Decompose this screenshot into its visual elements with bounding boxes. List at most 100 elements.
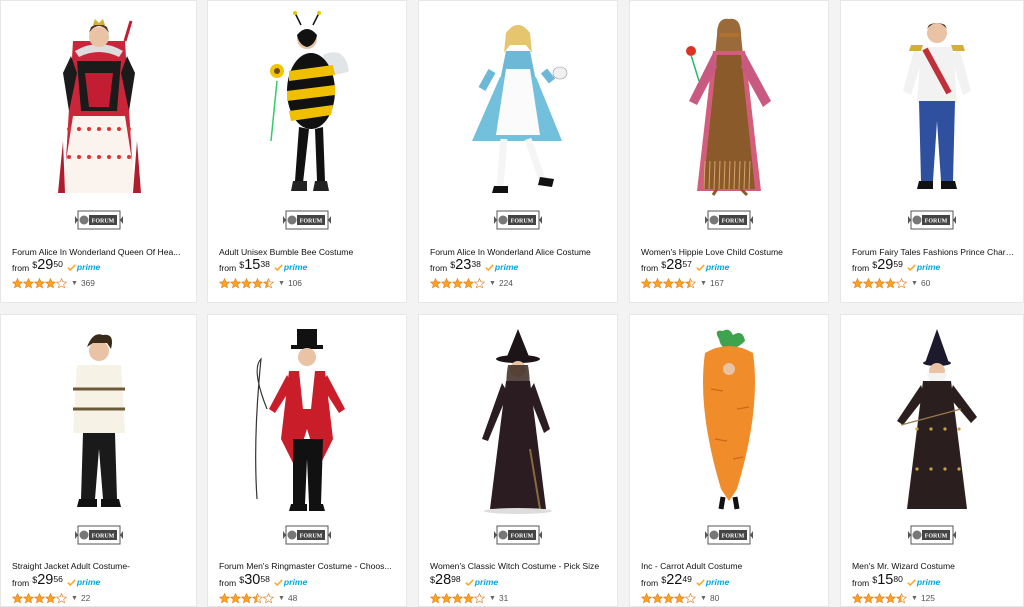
star-icon-4	[463, 277, 474, 288]
product-grid: FORUM Forum Alice In Wonderland Queen Of…	[0, 0, 1024, 607]
price-line: from $ 23 38 prime	[430, 258, 611, 274]
price-line: from $ 15 80 prime	[852, 573, 1017, 589]
rating-line[interactable]: ▼ 22	[12, 592, 190, 604]
bumble-bee-costume-image[interactable]	[208, 11, 406, 197]
review-count[interactable]: 106	[288, 278, 302, 288]
from-label: from	[641, 263, 659, 273]
rating-line[interactable]: ▼ 125	[852, 592, 1017, 604]
star-rating[interactable]	[12, 277, 67, 289]
star-rating[interactable]	[852, 592, 907, 604]
chevron-down-icon[interactable]: ▼	[700, 280, 707, 287]
chevron-down-icon[interactable]: ▼	[278, 280, 285, 287]
rating-line[interactable]: ▼ 48	[219, 592, 400, 604]
from-label: from	[12, 263, 30, 273]
carrot-costume-image[interactable]	[630, 329, 828, 515]
brand-logo: FORUM	[705, 210, 753, 230]
product-title[interactable]: Forum Men's Ringmaster Costume - Choos..…	[219, 561, 400, 571]
review-count[interactable]: 224	[499, 278, 513, 288]
ringmaster-costume-image[interactable]	[208, 329, 406, 515]
price-line: from $ 28 57 prime	[641, 258, 822, 274]
brand-logo: FORUM	[283, 525, 331, 545]
chevron-down-icon[interactable]: ▼	[700, 595, 707, 602]
product-card-straight-jacket[interactable]: FORUM Straight Jacket Adult Costume- fro…	[0, 314, 197, 607]
product-card-prince[interactable]: FORUM Forum Fairy Tales Fashions Prince …	[840, 0, 1024, 303]
review-count[interactable]: 167	[710, 278, 724, 288]
product-title[interactable]: Adult Unisex Bumble Bee Costume	[219, 247, 400, 257]
product-title[interactable]: Inc - Carrot Adult Costume	[641, 561, 822, 571]
chevron-down-icon[interactable]: ▼	[911, 280, 918, 287]
product-card-ringmaster[interactable]: FORUM Forum Men's Ringmaster Costume - C…	[207, 314, 407, 607]
star-rating[interactable]	[219, 277, 274, 289]
review-count[interactable]: 80	[710, 593, 719, 603]
rating-line[interactable]: ▼ 224	[430, 277, 611, 289]
product-title[interactable]: Forum Alice In Wonderland Alice Costume	[430, 247, 611, 257]
product-card-queen-of-hearts[interactable]: FORUM Forum Alice In Wonderland Queen Of…	[0, 0, 197, 303]
review-count[interactable]: 22	[81, 593, 90, 603]
star-rating[interactable]	[641, 592, 696, 604]
alice-costume-image[interactable]	[419, 11, 617, 197]
price-cents: 58	[260, 574, 270, 584]
chevron-down-icon[interactable]: ▼	[278, 595, 285, 602]
product-title[interactable]: Women's Hippie Love Child Costume	[641, 247, 822, 257]
prince-costume-image[interactable]	[841, 11, 1023, 197]
product-title[interactable]: Straight Jacket Adult Costume-	[12, 561, 190, 571]
hippie-costume-image[interactable]	[630, 11, 828, 197]
star-rating[interactable]	[641, 277, 696, 289]
straight-jacket-costume-image[interactable]	[1, 329, 196, 515]
star-icon-3	[34, 592, 45, 603]
wizard-costume-image[interactable]	[841, 329, 1023, 515]
rating-line[interactable]: ▼ 60	[852, 277, 1017, 289]
price-cents: 38	[471, 259, 481, 269]
star-icon-1	[219, 277, 230, 288]
from-label: from	[852, 578, 870, 588]
prime-badge: prime	[464, 577, 498, 587]
product-card-alice[interactable]: FORUM Forum Alice In Wonderland Alice Co…	[418, 0, 618, 303]
price-line: from $ 22 49 prime	[641, 573, 822, 589]
prime-badge: prime	[67, 262, 100, 272]
rating-line[interactable]: ▼ 80	[641, 592, 822, 604]
witch-costume-image[interactable]	[419, 329, 617, 515]
star-icon-2	[863, 277, 874, 288]
review-count[interactable]: 31	[499, 593, 508, 603]
star-icon-1	[12, 592, 23, 603]
rating-line[interactable]: ▼ 106	[219, 277, 400, 289]
review-count[interactable]: 60	[921, 278, 930, 288]
product-title[interactable]: Forum Alice In Wonderland Queen Of Hea..…	[12, 247, 190, 257]
star-icon-3	[34, 277, 45, 288]
queen-of-hearts-costume-illustration	[57, 19, 141, 193]
rating-line[interactable]: ▼ 369	[12, 277, 190, 289]
prime-check-icon	[696, 263, 705, 271]
chevron-down-icon[interactable]: ▼	[489, 280, 496, 287]
product-card-hippie[interactable]: FORUM Women's Hippie Love Child Costume …	[629, 0, 829, 303]
star-rating[interactable]	[852, 277, 907, 289]
rating-line[interactable]: ▼ 167	[641, 277, 822, 289]
product-card-witch[interactable]: FORUM Women's Classic Witch Costume - Pi…	[418, 314, 618, 607]
product-card-bumble-bee[interactable]: FORUM Adult Unisex Bumble Bee Costume fr…	[207, 0, 407, 303]
prime-label: prime	[494, 262, 519, 272]
brand-logo: FORUM	[74, 210, 123, 230]
price-dollars: 22	[666, 572, 683, 588]
product-title[interactable]: Forum Fairy Tales Fashions Prince Charmi…	[852, 247, 1017, 257]
product-title[interactable]: Women's Classic Witch Costume - Pick Siz…	[430, 561, 611, 571]
star-rating[interactable]	[430, 592, 485, 604]
queen-of-hearts-costume-image[interactable]	[1, 11, 196, 197]
chevron-down-icon[interactable]: ▼	[71, 595, 78, 602]
star-rating[interactable]	[219, 592, 274, 604]
svg-text:FORUM: FORUM	[91, 219, 114, 225]
star-icon-5	[474, 277, 485, 288]
chevron-down-icon[interactable]: ▼	[489, 595, 496, 602]
star-rating[interactable]	[430, 277, 485, 289]
prime-label: prime	[76, 577, 101, 587]
svg-text:FORUM: FORUM	[925, 219, 948, 225]
product-title[interactable]: Men's Mr. Wizard Costume	[852, 561, 1017, 571]
review-count[interactable]: 125	[921, 593, 935, 603]
product-card-wizard[interactable]: FORUM Men's Mr. Wizard Costume from $ 15…	[840, 314, 1024, 607]
rating-line[interactable]: ▼ 31	[430, 592, 611, 604]
star-rating[interactable]	[12, 592, 67, 604]
review-count[interactable]: 369	[81, 278, 95, 288]
review-count[interactable]: 48	[288, 593, 297, 603]
chevron-down-icon[interactable]: ▼	[71, 280, 78, 287]
chevron-down-icon[interactable]: ▼	[911, 595, 918, 602]
price-dollars: 15	[877, 572, 894, 588]
product-card-carrot[interactable]: FORUM Inc - Carrot Adult Costume from $ …	[629, 314, 829, 607]
